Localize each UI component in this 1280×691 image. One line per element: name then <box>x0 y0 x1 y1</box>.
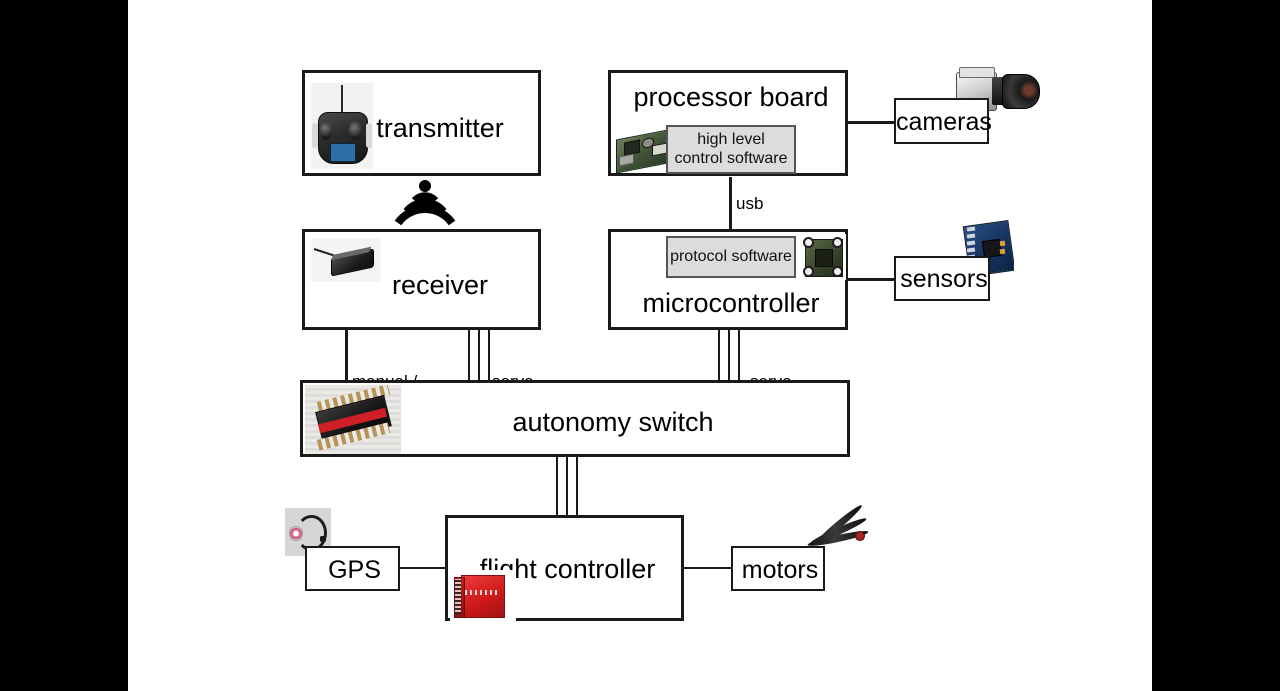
node-sensors[interactable]: sensors <box>894 256 990 301</box>
node-transmitter-label: transmitter <box>376 113 504 143</box>
edge-switch-servo-line-3 <box>576 456 578 517</box>
edge-microcontroller-servo-line-2 <box>728 330 730 382</box>
edge-microcontroller-to-sensors <box>848 278 894 281</box>
node-transmitter[interactable]: transmitter <box>302 70 541 176</box>
node-motors[interactable]: motors <box>731 546 825 591</box>
single-board-computer-photo <box>614 125 674 173</box>
software-high-level-control-line2: control software <box>674 149 788 167</box>
edge-switch-servo-line-1 <box>556 456 558 517</box>
node-autonomy-switch-label: autonomy switch <box>512 407 714 437</box>
node-cameras[interactable]: cameras <box>894 98 992 144</box>
edge-usb-label: usb <box>736 194 764 213</box>
node-processor-board[interactable]: processor board high level control softw… <box>608 70 848 176</box>
edge-receiver-servo-line-1 <box>468 330 470 382</box>
autonomy-switch-board-photo <box>305 385 401 454</box>
edge-microcontroller-servo-line-1 <box>718 330 720 382</box>
diagram-white-area: transmitter receiver processor board hig… <box>128 0 1152 691</box>
software-protocol-line1: protocol software <box>670 247 792 265</box>
edge-processor-to-cameras <box>848 121 894 124</box>
node-receiver[interactable]: receiver <box>302 229 541 330</box>
edge-gps-to-flight-controller <box>400 567 446 569</box>
edge-receiver-servo-line-2 <box>478 330 480 382</box>
edge-microcontroller-servo-line-3 <box>738 330 740 382</box>
node-gps[interactable]: GPS <box>305 546 400 591</box>
edge-switch-servo-line-2 <box>566 456 568 517</box>
edge-usb-vertical <box>729 177 732 229</box>
node-microcontroller[interactable]: protocol software microcontroller <box>608 229 848 330</box>
microcontroller-board-photo <box>800 234 846 280</box>
node-processor-board-label: processor board <box>633 82 829 112</box>
software-high-level-control[interactable]: high level control software <box>666 125 796 174</box>
node-microcontroller-label: microcontroller <box>642 288 820 318</box>
letterbox-bar-left <box>0 0 128 691</box>
node-autonomy-switch[interactable]: autonomy switch <box>300 380 850 457</box>
node-gps-label: GPS <box>328 556 381 584</box>
edge-receiver-mode-line <box>345 330 348 382</box>
node-motors-label: motors <box>741 556 819 584</box>
letterbox-bar-right <box>1152 0 1280 691</box>
node-cameras-label: cameras <box>896 108 992 136</box>
node-receiver-label: receiver <box>391 270 489 300</box>
node-sensors-label: sensors <box>900 265 988 293</box>
node-flight-controller[interactable]: flight controller <box>445 515 684 622</box>
software-protocol[interactable]: protocol software <box>666 236 796 278</box>
diagram-canvas: transmitter receiver processor board hig… <box>0 0 1280 691</box>
flight-controller-photo <box>450 570 516 622</box>
software-high-level-control-line1: high level <box>697 131 765 149</box>
edge-receiver-servo-line-3 <box>488 330 490 382</box>
edge-flight-controller-to-motors <box>684 567 731 569</box>
radio-waves-icon <box>394 178 456 226</box>
